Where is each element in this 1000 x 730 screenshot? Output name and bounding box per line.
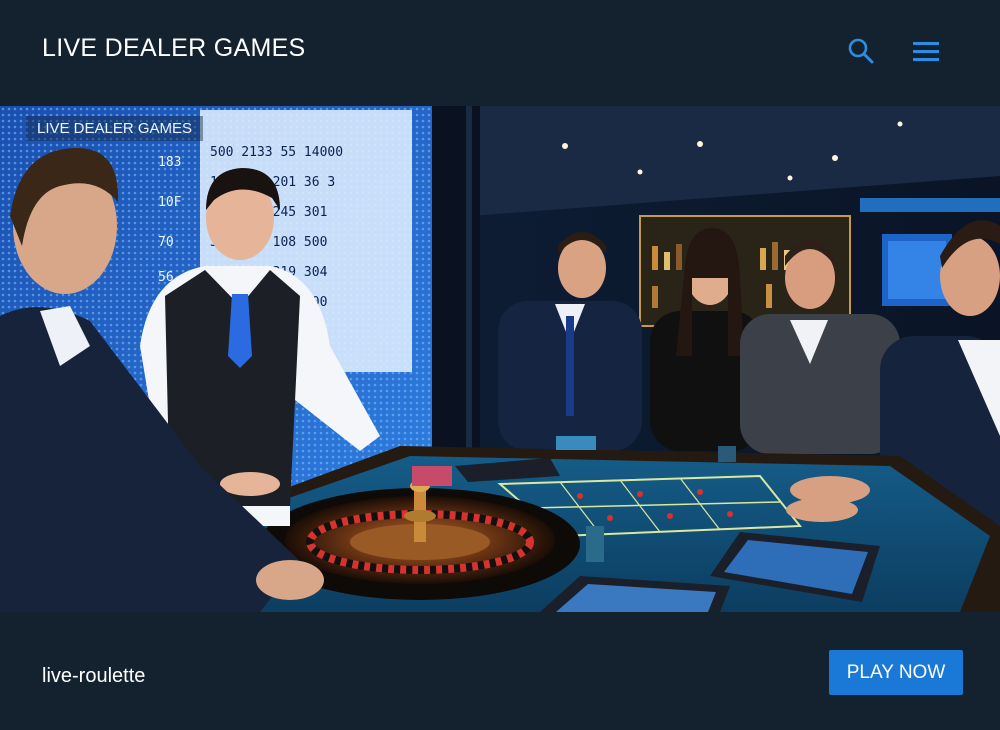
hero-banner[interactable]: 500 2133 55 14000 183 104 201 36 3 231 2… bbox=[0, 106, 1000, 612]
svg-text:183: 183 bbox=[158, 155, 181, 170]
search-icon bbox=[848, 38, 874, 64]
menu-button[interactable] bbox=[907, 32, 945, 70]
hamburger-menu-icon bbox=[913, 42, 939, 61]
svg-text:10F: 10F bbox=[158, 195, 182, 210]
play-now-button[interactable]: PLAY NOW bbox=[829, 650, 963, 695]
svg-text:70: 70 bbox=[158, 235, 174, 250]
svg-text:500 2133 55 14000: 500 2133 55 14000 bbox=[210, 145, 343, 160]
hero-image: 500 2133 55 14000 183 104 201 36 3 231 2… bbox=[0, 106, 1000, 612]
header-bar: LIVE DEALER GAMES bbox=[0, 0, 1000, 106]
game-label: live-roulette bbox=[42, 665, 146, 687]
page-title: LIVE DEALER GAMES bbox=[42, 34, 306, 62]
footer-bar: live-roulette PLAY NOW bbox=[0, 612, 1000, 730]
search-button[interactable] bbox=[842, 32, 880, 70]
hero-caption: LIVE DEALER GAMES bbox=[26, 116, 204, 141]
